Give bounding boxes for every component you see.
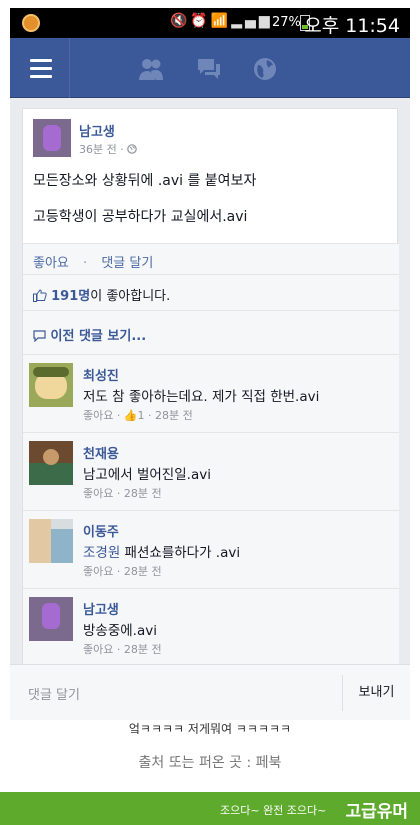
previous-comments-label: 이전 댓글 보기...	[50, 329, 147, 344]
commenter-name[interactable]: 이동주	[83, 521, 119, 540]
commenter-name[interactable]: 남고생	[83, 599, 119, 618]
status-bar: 🔇⏰📶▂▄▆ 27% 오후 11:54	[10, 8, 410, 38]
source-caption: 출처 또는 퍼온 곳 : 페북	[138, 755, 282, 771]
comment-item: 이동주 조경원 패션쇼를하다가 .avi 좋아요 · 28분 전	[23, 511, 399, 589]
post-author[interactable]: 남고생	[79, 121, 115, 140]
send-button[interactable]: 보내기	[342, 675, 410, 711]
caption-text: 엌ㅋㅋㅋㅋ 저게뭐여 ㅋㅋㅋㅋㅋ	[128, 722, 292, 734]
friend-requests-icon[interactable]	[138, 56, 164, 82]
comment-text: 저도 참 좋아하는데요. 제가 직접 한번.avi	[83, 389, 320, 405]
status-icons: 🔇⏰📶▂▄▆	[170, 13, 273, 29]
footer-banner: 조으다~ 완전 조으다~ 고급유머	[0, 792, 420, 825]
comment-text: 조경원 패션쇼를하다가 .avi	[83, 545, 241, 561]
comment-bubble-icon	[33, 330, 46, 343]
likes-summary[interactable]: 191명이 좋아합니다.	[23, 275, 399, 311]
comment-text: 남고에서 벌어진일.avi	[83, 467, 211, 483]
commenter-name[interactable]: 천재용	[83, 443, 119, 462]
footer-slogan: 조으다~ 완전 조으다~	[220, 804, 327, 817]
comment-meta[interactable]: 좋아요 · 28분 전	[83, 563, 162, 579]
view-previous-comments[interactable]: 이전 댓글 보기...	[23, 311, 399, 355]
separator: ·	[83, 256, 88, 271]
notifications-globe-icon[interactable]	[252, 56, 278, 82]
comment-meta[interactable]: 좋아요 · 👍1 · 28분 전	[83, 407, 193, 423]
likes-suffix: 이 좋아합니다.	[90, 289, 171, 304]
commenter-avatar[interactable]	[29, 363, 73, 407]
post-card: 남고생 36분 전 · 모든장소와 상황뒤에 .avi 를 붙여보자 고등학생이…	[22, 108, 399, 720]
app-notification-icon	[22, 14, 40, 32]
commenter-avatar[interactable]	[29, 441, 73, 485]
like-button[interactable]: 좋아요	[33, 256, 69, 271]
comment-item: 천재용 남고에서 벌어진일.avi 좋아요 · 28분 전	[23, 433, 399, 511]
clock: 오후 11:54	[304, 15, 400, 37]
battery-percent: 27%	[272, 15, 301, 30]
reply-bar: 댓글 달기 보내기	[10, 664, 410, 720]
post-feed: 남고생 36분 전 · 모든장소와 상황뒤에 .avi 를 붙여보자 고등학생이…	[10, 98, 410, 720]
commenter-avatar[interactable]	[29, 597, 73, 641]
messages-icon[interactable]	[196, 56, 222, 82]
comment-meta[interactable]: 좋아요 · 28분 전	[83, 485, 162, 501]
comment-text: 방송중에.avi	[83, 623, 157, 639]
menu-icon	[30, 59, 52, 62]
public-globe-icon	[127, 144, 138, 154]
likes-count: 191명	[51, 289, 91, 304]
post-timestamp: 36분 전 ·	[79, 141, 138, 157]
post-line: 모든장소와 상황뒤에 .avi 를 붙여보자	[33, 173, 257, 189]
footer-brand: 고급유머	[345, 802, 408, 822]
comment-item: 최성진 저도 참 좋아하는데요. 제가 직접 한번.avi 좋아요 · 👍1 ·…	[23, 355, 399, 433]
top-navbar	[10, 38, 410, 98]
post-line: 고등학생이 공부하다가 교실에서.avi	[33, 209, 248, 225]
thumbs-up-icon	[33, 289, 47, 302]
tagged-user[interactable]: 조경원	[83, 545, 120, 561]
commenter-avatar[interactable]	[29, 519, 73, 563]
post-actions: 좋아요 · 댓글 달기	[23, 243, 399, 275]
menu-button[interactable]	[10, 38, 70, 98]
comment-input[interactable]: 댓글 달기	[28, 684, 80, 703]
commenter-name[interactable]: 최성진	[83, 365, 119, 384]
post-body: 모든장소와 상황뒤에 .avi 를 붙여보자 고등학생이 공부하다가 교실에서.…	[33, 171, 389, 243]
comment-item: 남고생 방송중에.avi 좋아요 · 28분 전	[23, 589, 399, 667]
comment-button[interactable]: 댓글 달기	[101, 256, 153, 271]
author-avatar[interactable]	[33, 119, 71, 157]
comment-meta[interactable]: 좋아요 · 28분 전	[83, 641, 162, 657]
